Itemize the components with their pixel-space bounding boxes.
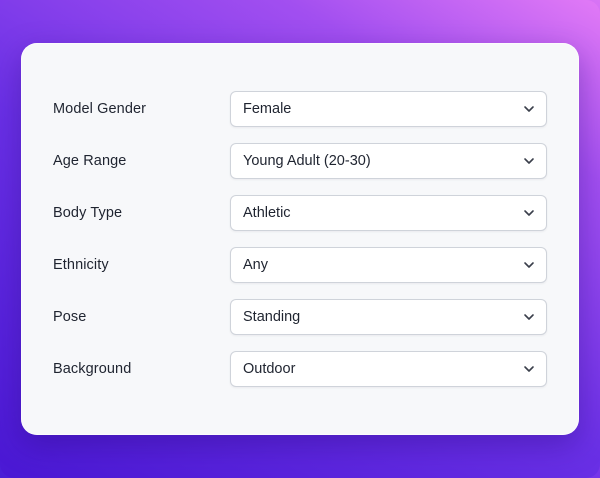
field-row-background: Background Outdoor: [21, 351, 579, 387]
chevron-down-icon: [524, 366, 534, 372]
field-row-age-range: Age Range Young Adult (20-30): [21, 143, 579, 179]
pose-label: Pose: [53, 309, 87, 325]
chevron-down-icon: [524, 106, 534, 112]
body-type-label: Body Type: [53, 205, 123, 221]
model-gender-label: Model Gender: [53, 101, 147, 117]
field-row-ethnicity: Ethnicity Any: [21, 247, 579, 283]
pose-value: Standing: [243, 309, 301, 325]
background-value: Outdoor: [243, 361, 296, 377]
pose-select[interactable]: Standing: [230, 299, 547, 335]
age-range-label: Age Range: [53, 153, 127, 169]
model-gender-value: Female: [243, 101, 292, 117]
background-label: Background: [53, 361, 132, 377]
ethnicity-label: Ethnicity: [53, 257, 109, 273]
chevron-down-icon: [524, 262, 534, 268]
field-row-model-gender: Model Gender Female: [21, 91, 579, 127]
body-type-select[interactable]: Athletic: [230, 195, 547, 231]
chevron-down-icon: [524, 210, 534, 216]
ethnicity-value: Any: [243, 257, 268, 273]
age-range-value: Young Adult (20-30): [243, 153, 371, 169]
field-row-pose: Pose Standing: [21, 299, 579, 335]
body-type-value: Athletic: [243, 205, 291, 221]
background-gradient: Model Gender Female Age Range Young Adul…: [0, 0, 600, 478]
ethnicity-select[interactable]: Any: [230, 247, 547, 283]
chevron-down-icon: [524, 158, 534, 164]
background-select[interactable]: Outdoor: [230, 351, 547, 387]
age-range-select[interactable]: Young Adult (20-30): [230, 143, 547, 179]
chevron-down-icon: [524, 314, 534, 320]
model-settings-card: Model Gender Female Age Range Young Adul…: [21, 43, 579, 435]
field-row-body-type: Body Type Athletic: [21, 195, 579, 231]
model-gender-select[interactable]: Female: [230, 91, 547, 127]
